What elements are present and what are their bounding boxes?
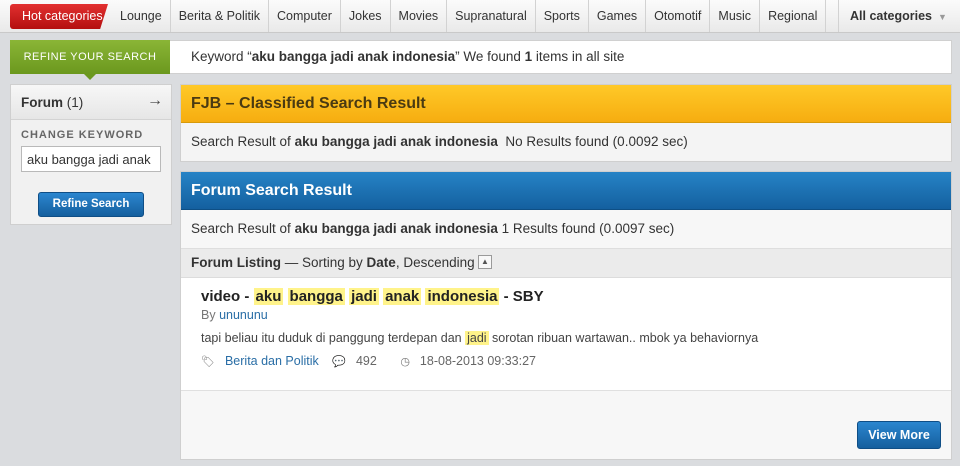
- fjb-result-panel: FJB – Classified Search Result Search Re…: [180, 84, 952, 162]
- post-date: 18-08-2013 09:33:27: [419, 354, 536, 368]
- forum-result-suffix: 1 Results found (0.0097 sec): [497, 221, 675, 236]
- nav-item-otomotif[interactable]: Otomotif: [646, 0, 711, 32]
- nav-item-movies[interactable]: Movies: [391, 0, 448, 32]
- title-prefix: video -: [201, 288, 254, 305]
- fjb-result-summary: Search Result of aku bangga jadi anak in…: [181, 123, 951, 161]
- fjb-query: aku bangga jadi anak indonesia: [294, 134, 498, 149]
- tag-icon: 🏷: [201, 356, 215, 368]
- sidebar-item-forum[interactable]: Forum (1) →: [11, 85, 171, 120]
- category-meta: 🏷 Berita dan Politik: [201, 354, 319, 368]
- author-link[interactable]: unununu: [219, 308, 268, 322]
- forum-result-panel: Forum Search Result Search Result of aku…: [180, 171, 952, 460]
- highlight-word: aku: [253, 288, 284, 305]
- keyword-prefix: Keyword “: [191, 49, 252, 64]
- nav-item-sports[interactable]: Sports: [536, 0, 589, 32]
- author-line: By unununu: [201, 308, 268, 322]
- nav-item-lounge[interactable]: Lounge: [112, 0, 171, 32]
- sorting-text: — Sorting by: [281, 255, 367, 270]
- change-keyword-label: CHANGE KEYWORD: [21, 129, 144, 141]
- forum-filter-label: Forum (1): [21, 95, 83, 110]
- nav-item-supranatural[interactable]: Supranatural: [447, 0, 536, 32]
- highlight-word: jadi: [349, 288, 379, 305]
- forum-listing-header: Forum Listing — Sorting by Date, Descend…: [181, 249, 951, 278]
- keyword-summary: Keyword “aku bangga jadi anak indonesia”…: [191, 41, 624, 73]
- forum-result-summary: Search Result of aku bangga jadi anak in…: [181, 210, 951, 249]
- snippet-before: tapi beliau itu duduk di panggung terdep…: [201, 331, 466, 345]
- highlight-word: bangga: [287, 288, 345, 305]
- category-list: Lounge Berita & Politik Computer Jokes M…: [112, 0, 827, 32]
- forum-panel-title: Forum Search Result: [181, 172, 951, 210]
- sort-toggle-icon[interactable]: ▲: [478, 255, 492, 269]
- sort-field: Date: [366, 255, 396, 270]
- nav-item-jokes[interactable]: Jokes: [341, 0, 391, 32]
- found-suffix: items in all site: [532, 49, 625, 64]
- forum-query: aku bangga jadi anak indonesia: [294, 221, 498, 236]
- clock-icon: ◷: [400, 356, 410, 368]
- all-categories-label: All categories: [850, 9, 932, 23]
- view-more-button[interactable]: View More: [857, 421, 941, 449]
- hot-categories-tab[interactable]: Hot categories: [10, 4, 108, 29]
- chevron-down-icon: ▼: [937, 12, 947, 22]
- found-middle: ” We found: [455, 49, 525, 64]
- thread-snippet: tapi beliau itu duduk di panggung terdep…: [201, 331, 758, 345]
- refine-bar: REFINE YOUR SEARCH Keyword “aku bangga j…: [10, 40, 952, 80]
- top-nav: Hot categories Lounge Berita & Politik C…: [0, 0, 960, 33]
- highlight-word: anak: [383, 288, 422, 305]
- by-label: By: [201, 308, 220, 322]
- refine-search-button[interactable]: Refine Search: [38, 192, 144, 217]
- fjb-result-prefix: Search Result of: [191, 134, 295, 149]
- forum-result-prefix: Search Result of: [191, 221, 295, 236]
- nav-item-music[interactable]: Music: [710, 0, 761, 32]
- forum-label: Forum: [21, 95, 63, 110]
- keyword-input[interactable]: [21, 146, 161, 172]
- nav-item-computer[interactable]: Computer: [269, 0, 341, 32]
- all-categories-dropdown[interactable]: All categories ▼: [838, 0, 960, 32]
- forum-listing-label: Forum Listing: [191, 255, 281, 270]
- comments-meta: 💬 492: [332, 354, 387, 368]
- nav-item-berita-politik[interactable]: Berita & Politik: [171, 0, 269, 32]
- comment-icon: 💬: [332, 356, 346, 368]
- fjb-result-suffix: No Results found (0.0092 sec): [497, 134, 688, 149]
- snippet-highlight: jadi: [465, 331, 489, 345]
- category-link[interactable]: Berita dan Politik: [225, 354, 319, 368]
- date-meta: ◷ 18-08-2013 09:33:27: [400, 354, 546, 368]
- refine-your-search-tab[interactable]: REFINE YOUR SEARCH: [10, 40, 170, 80]
- comment-count: 492: [355, 354, 377, 368]
- nav-item-regional[interactable]: Regional: [760, 0, 827, 32]
- arrow-right-icon: →: [147, 92, 163, 109]
- thread-title-link[interactable]: video - aku bangga jadi anak indonesia -…: [201, 288, 544, 305]
- fjb-panel-title: FJB – Classified Search Result: [181, 85, 951, 123]
- snippet-after: sorotan ribuan wartawan.. mbok ya behavi…: [488, 331, 759, 345]
- title-suffix: - SBY: [499, 288, 544, 305]
- keyword-value: aku bangga jadi anak indonesia: [251, 49, 456, 64]
- highlight-word: indonesia: [425, 288, 500, 305]
- list-item: video - aku bangga jadi anak indonesia -…: [181, 278, 951, 391]
- thread-meta: 🏷 Berita dan Politik 💬 492 ◷ 18-08-2013 09:…: [201, 354, 556, 368]
- nav-item-games[interactable]: Games: [589, 0, 647, 32]
- forum-count: (1): [66, 95, 84, 110]
- sidebar: Forum (1) → CHANGE KEYWORD Refine Search: [10, 84, 172, 225]
- sort-order: , Descending: [395, 255, 475, 270]
